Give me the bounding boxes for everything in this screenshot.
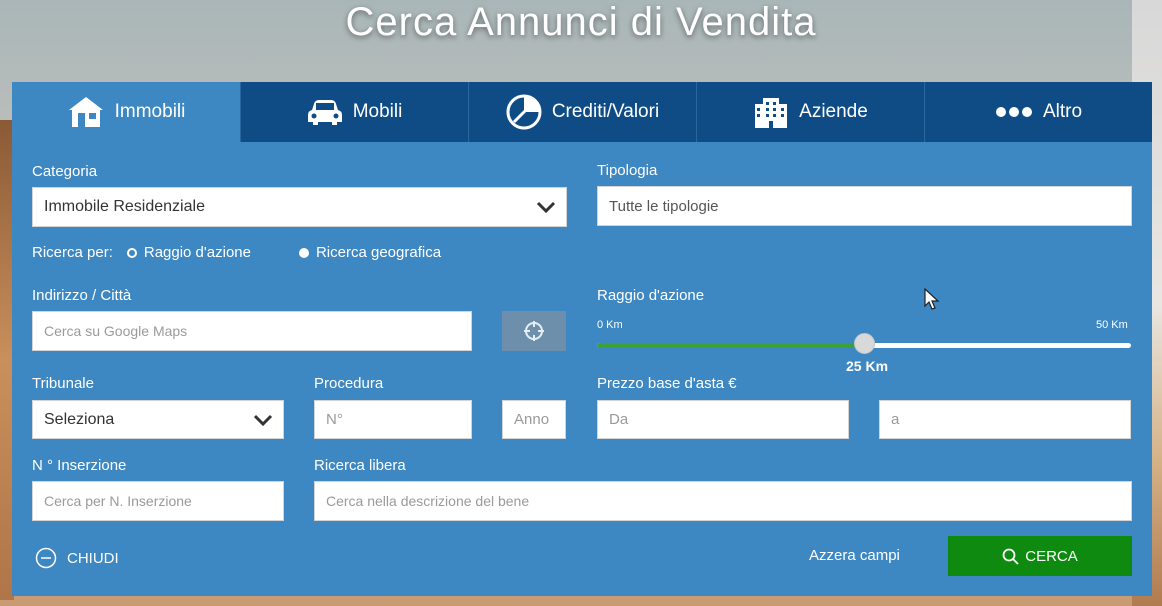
indirizzo-input[interactable]: Cerca su Google Maps: [32, 311, 472, 351]
tab-label: Immobili: [114, 101, 186, 122]
inserzione-placeholder: Cerca per N. Inserzione: [44, 493, 192, 509]
indirizzo-placeholder: Cerca su Google Maps: [44, 323, 188, 339]
close-label: CHIUDI: [67, 549, 119, 567]
radio-raggio-label[interactable]: Raggio d'azione: [144, 244, 251, 261]
ricerca-libera-label: Ricerca libera: [314, 457, 406, 474]
ricerca-per-label: Ricerca per:: [32, 244, 113, 261]
tab-altro[interactable]: Altro: [924, 82, 1152, 142]
ricerca-libera-input[interactable]: Cerca nella descrizione del bene: [314, 481, 1132, 521]
credits-icon: [506, 94, 542, 130]
category-tabs: Immobili Mobili Crediti/Valori Aziende A…: [12, 82, 1152, 142]
dots-icon: [995, 107, 1032, 117]
ricerca-per-group: Ricerca per: Raggio d'azione Ricerca geo…: [32, 244, 441, 261]
tipologia-label: Tipologia: [597, 162, 658, 179]
search-label: CERCA: [1025, 547, 1078, 565]
categoria-value: Immobile Residenziale: [44, 198, 205, 215]
inserzione-label: N ° Inserzione: [32, 457, 127, 474]
slider-value-label: 25 Km: [846, 358, 889, 374]
search-button[interactable]: CERCA: [948, 536, 1132, 576]
slider-handle[interactable]: [854, 333, 875, 354]
inserzione-input[interactable]: Cerca per N. Inserzione: [32, 481, 284, 521]
procedura-numero-placeholder: N°: [326, 411, 343, 428]
radio-geografica[interactable]: [298, 247, 309, 258]
prezzo-label: Prezzo base d'asta €: [597, 375, 737, 392]
mouse-cursor-icon: [924, 288, 940, 310]
tab-label: Altro: [1042, 101, 1083, 122]
tab-immobili[interactable]: Immobili: [12, 82, 240, 142]
building-icon: [755, 98, 788, 128]
tab-aziende[interactable]: Aziende: [696, 82, 924, 142]
procedura-anno-placeholder: Anno: [514, 411, 550, 428]
radio-raggio[interactable]: [126, 247, 137, 258]
page-title: Cerca Annunci di Vendita: [345, 0, 817, 44]
chevron-down-icon: [536, 201, 556, 214]
tribunale-label: Tribunale: [32, 375, 94, 392]
procedura-numero-input[interactable]: N°: [314, 400, 472, 439]
raggio-label: Raggio d'azione: [597, 287, 705, 304]
crosshair-icon: [524, 321, 544, 341]
car-icon: [307, 100, 342, 125]
prezzo-a-input[interactable]: a: [879, 400, 1131, 439]
tab-label: Mobili: [352, 101, 403, 122]
chevron-down-icon: [253, 414, 273, 427]
indirizzo-label: Indirizzo / Città: [32, 287, 132, 304]
locate-button[interactable]: [502, 311, 566, 351]
ricerca-libera-placeholder: Cerca nella descrizione del bene: [326, 493, 530, 509]
house-icon: [68, 97, 103, 127]
slider-min-label: 0 Km: [597, 319, 623, 331]
categoria-label: Categoria: [32, 163, 98, 180]
prezzo-a-placeholder: a: [891, 411, 900, 428]
radio-geografica-label[interactable]: Ricerca geografica: [316, 244, 441, 261]
tab-label: Crediti/Valori: [551, 101, 660, 122]
reset-fields-link[interactable]: Azzera campi: [809, 547, 900, 564]
slider-fill: [597, 343, 864, 348]
tab-label: Aziende: [799, 101, 868, 122]
tribunale-select[interactable]: Seleziona: [32, 400, 284, 439]
categoria-select[interactable]: Immobile Residenziale: [32, 187, 567, 227]
prezzo-da-input[interactable]: Da: [597, 400, 849, 439]
search-icon: [1002, 548, 1019, 565]
tribunale-value: Seleziona: [44, 410, 115, 428]
procedura-label: Procedura: [314, 375, 384, 392]
slider-max-label: 50 Km: [1096, 319, 1128, 331]
procedura-anno-input[interactable]: Anno: [502, 400, 566, 439]
tipologia-input[interactable]: Tutte le tipologie: [597, 186, 1132, 226]
tab-mobili[interactable]: Mobili: [240, 82, 468, 142]
minus-circle-icon: [35, 547, 57, 569]
tab-crediti-valori[interactable]: Crediti/Valori: [468, 82, 696, 142]
tipologia-placeholder: Tutte le tipologie: [609, 197, 719, 215]
prezzo-da-placeholder: Da: [609, 411, 629, 428]
close-button[interactable]: CHIUDI: [35, 547, 119, 569]
